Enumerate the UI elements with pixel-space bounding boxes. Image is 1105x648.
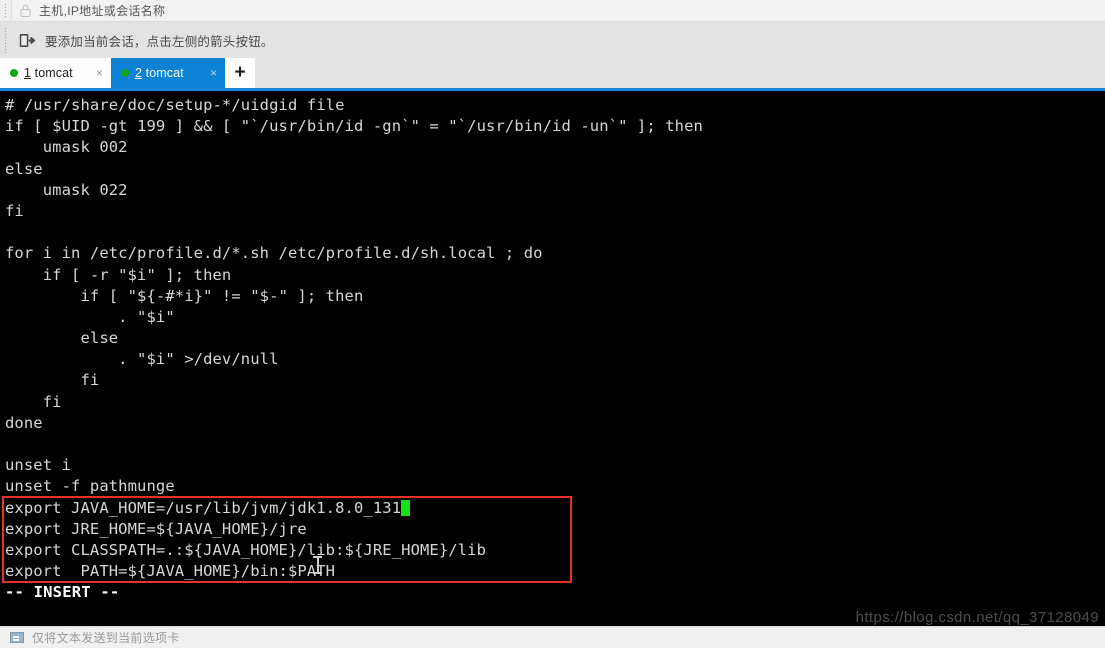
new-tab-button[interactable]: + [225,58,255,88]
tab-close-icon[interactable]: × [209,67,218,79]
address-bar-row: 主机,IP地址或会话名称 [0,0,1105,21]
add-session-icon[interactable] [19,33,36,48]
terminal-line: # /usr/share/doc/setup-*/uidgid file [5,96,345,114]
terminal-line: . "$i" [5,307,175,326]
tab-label: 2 tomcat [135,66,203,80]
terminal-line: fi [5,201,24,220]
session-hint-row: 要添加当前会话，点击左侧的箭头按钮。 [0,21,1105,58]
terminal-line-highlighted: export PATH=${JAVA_HOME}/bin:$PATH [5,562,336,581]
session-hint-text: 要添加当前会话，点击左侧的箭头按钮。 [45,34,274,49]
session-hint-bar: 要添加当前会话，点击左侧的箭头按钮。 [11,22,1105,58]
tab-number: 1 [24,66,32,80]
securecrt-window: 主机,IP地址或会话名称 要添加当前会话，点击左侧的箭头按钮。 1 tomcat… [0,0,1105,648]
bottom-status-bar: 仅将文本发送到当前选项卡 [0,626,1105,648]
toolbar-drag-handle-2[interactable] [0,22,11,58]
terminal-line-highlighted: export CLASSPATH=.:${JAVA_HOME}/lib:${JR… [5,540,487,559]
terminal-line: umask 002 [5,138,128,157]
status-bar-text: 仅将文本发送到当前选项卡 [32,631,180,645]
connection-status-dot-icon [121,69,129,77]
lock-icon [20,4,31,17]
terminal-line: done [5,413,43,432]
terminal-screen[interactable]: # /usr/share/doc/setup-*/uidgid file if [… [0,91,1105,626]
send-to-tab-icon [10,632,24,643]
toolbar-drag-handle-1[interactable] [0,0,11,21]
tab-label: 1 tomcat [24,66,89,80]
terminal-line: for i in /etc/profile.d/*.sh /etc/profil… [5,244,543,263]
grip-dots-icon [4,26,7,54]
terminal-line: unset -f pathmunge [5,477,175,496]
tab-2-tomcat[interactable]: 2 tomcat × [111,58,225,88]
terminal-text-body: # /usr/share/doc/setup-*/uidgid file if [… [0,95,1105,604]
terminal-line-highlighted: export JAVA_HOME=/usr/lib/jvm/jdk1.8.0_1… [0,498,1105,519]
connection-status-dot-icon [10,69,18,77]
grip-dots-icon [4,3,7,18]
address-placeholder-text: 主机,IP地址或会话名称 [39,4,166,18]
terminal-line: umask 022 [5,180,128,199]
terminal-line: if [ -r "$i" ]; then [5,265,232,284]
top-toolbar: 主机,IP地址或会话名称 要添加当前会话，点击左侧的箭头按钮。 [0,0,1105,58]
terminal-line: if [ $UID -gt 199 ] && [ "`/usr/bin/id -… [5,117,703,136]
tab-1-tomcat[interactable]: 1 tomcat × [0,58,111,88]
terminal-line: unset i [5,456,72,475]
vim-mode-status: -- INSERT -- [5,583,120,602]
tab-bar-empty-area [255,58,1105,88]
terminal-cursor [401,499,411,516]
terminal-line-highlighted: export JRE_HOME=${JAVA_HOME}/jre [5,519,307,538]
terminal-line: . "$i" >/dev/null [5,350,279,369]
tab-bar: 1 tomcat × 2 tomcat × + [0,58,1105,88]
terminal-line: if [ "${-#*i}" != "$-" ]; then [5,286,364,305]
address-input[interactable]: 主机,IP地址或会话名称 [11,0,1105,21]
tab-name: tomcat [31,66,73,80]
terminal-line: fi [5,392,62,411]
terminal-line: else [5,159,43,178]
terminal-line: fi [5,371,100,390]
tab-number: 2 [135,66,143,80]
terminal-line: else [5,329,119,348]
tab-close-icon[interactable]: × [95,67,104,79]
tab-name: tomcat [142,66,184,80]
